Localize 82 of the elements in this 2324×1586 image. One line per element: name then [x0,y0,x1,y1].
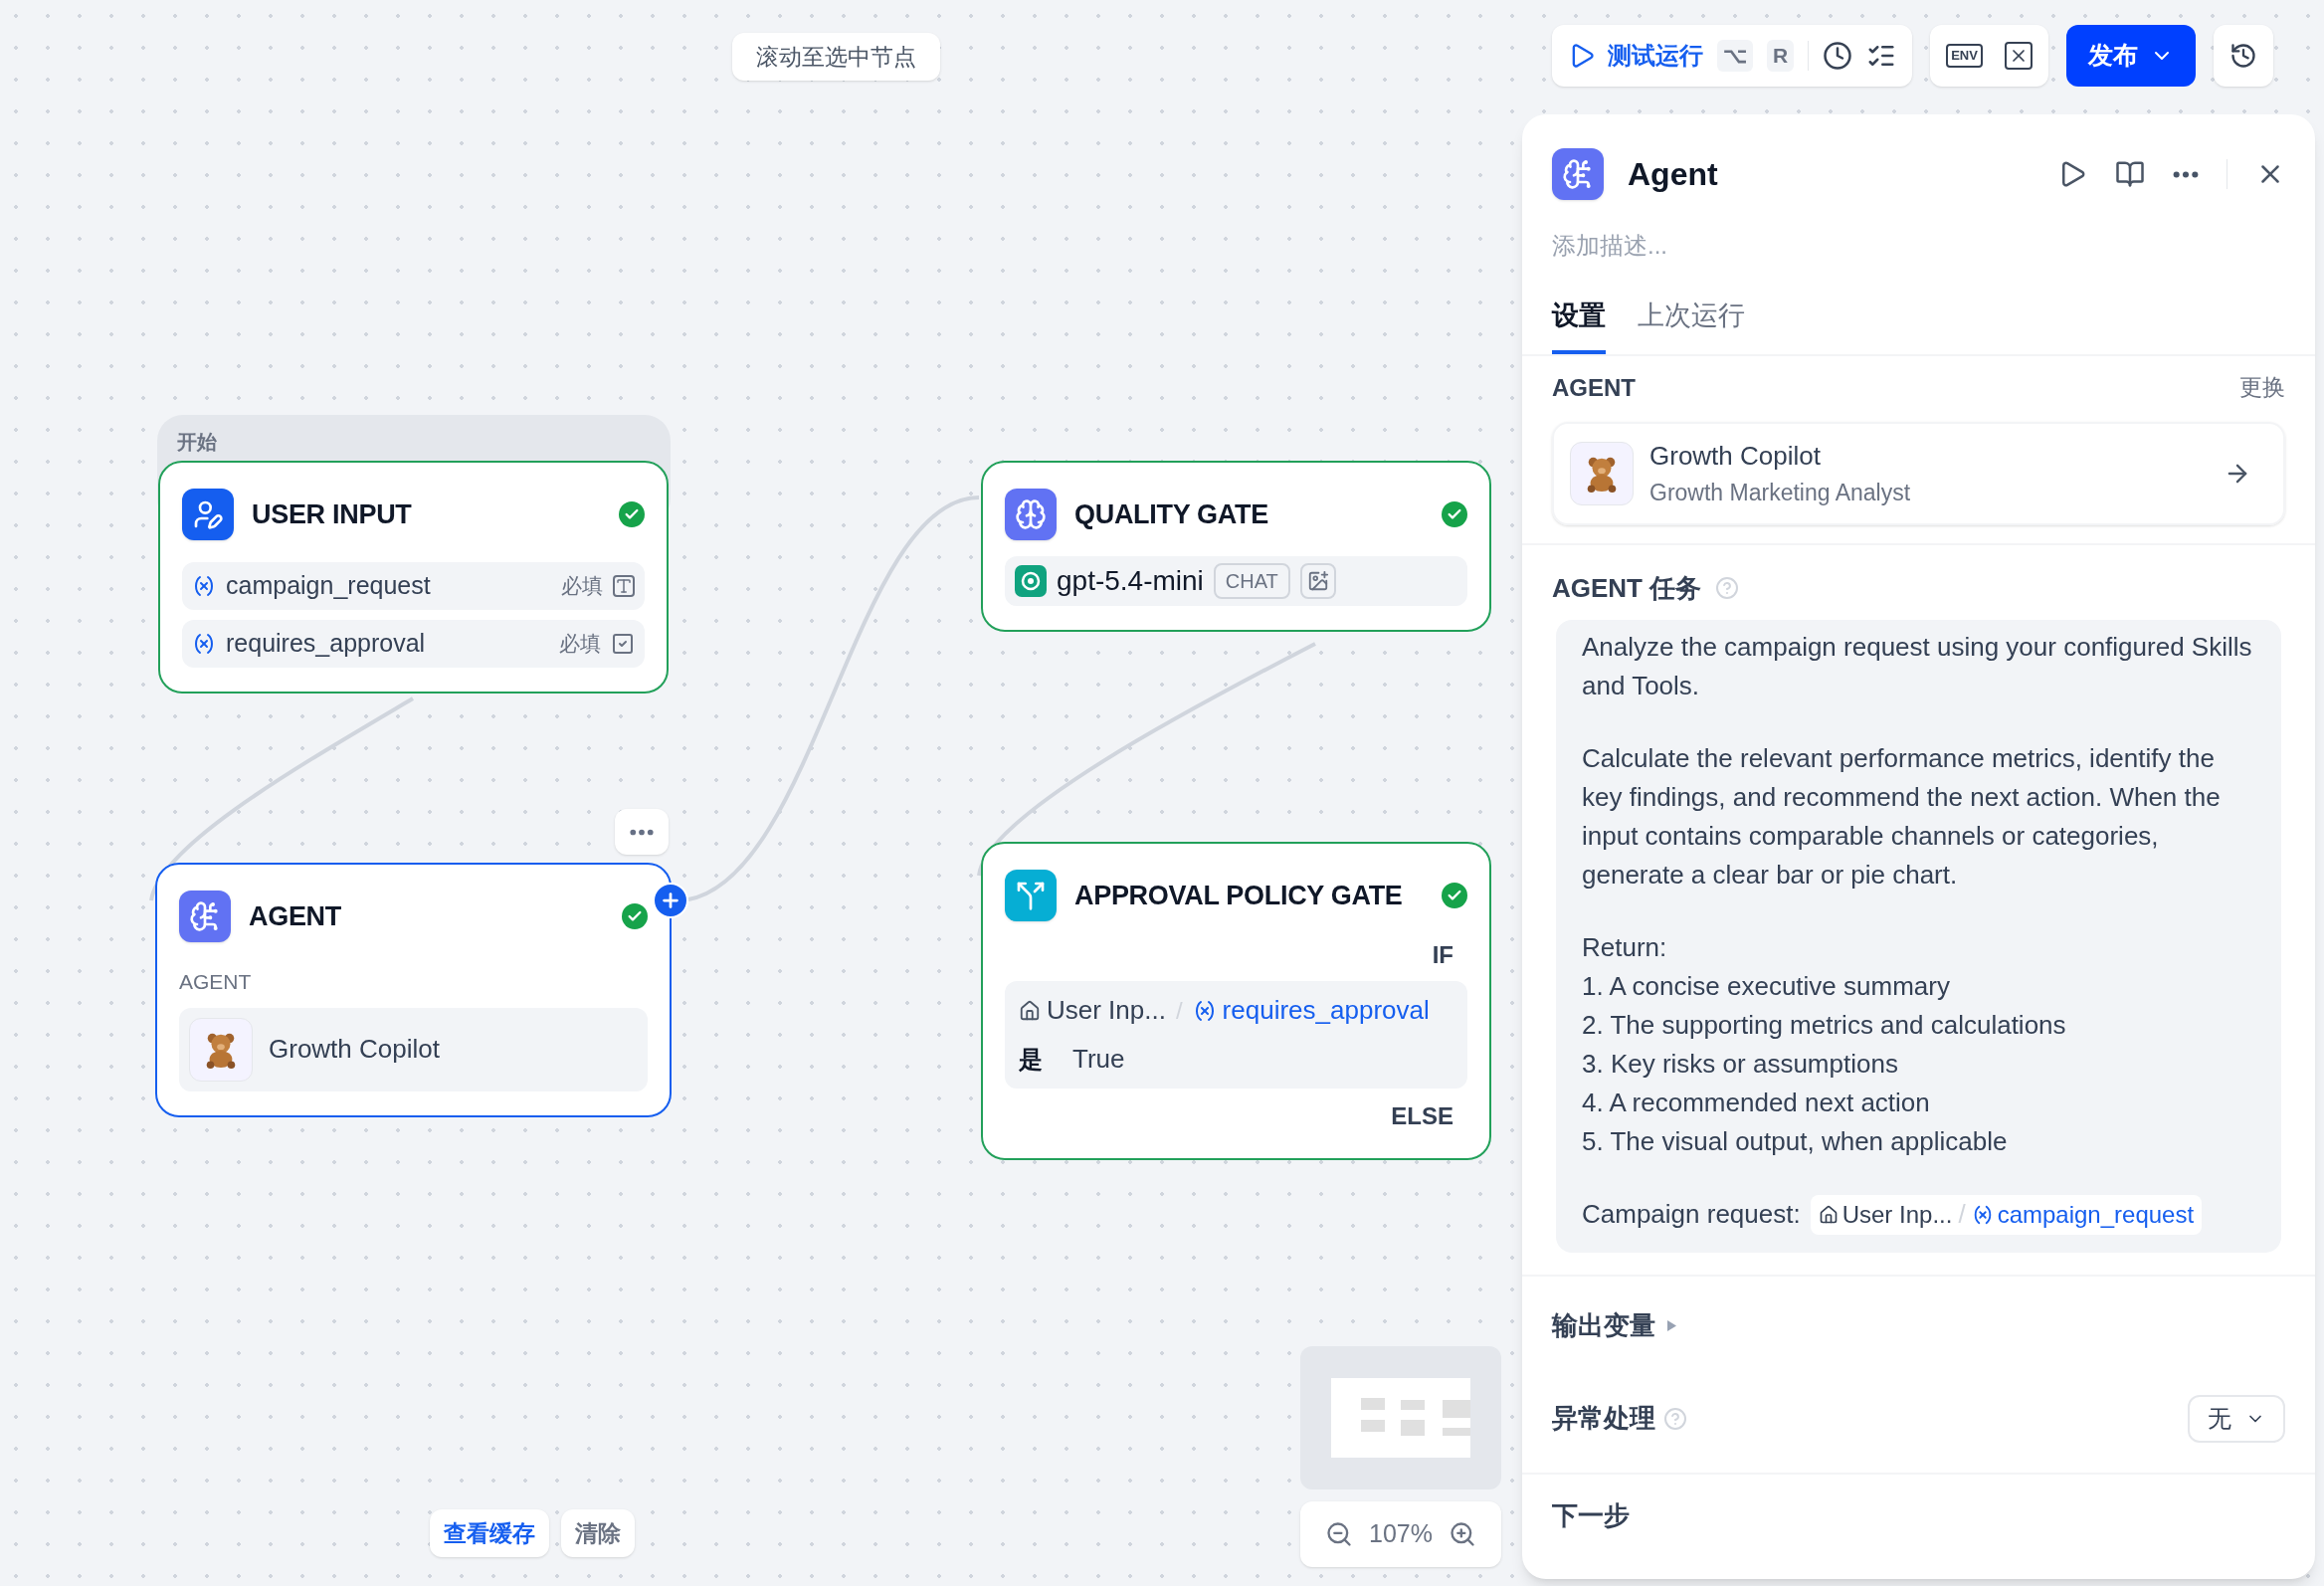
error-handling-select[interactable]: 无 [2188,1394,2285,1443]
home-icon [1019,999,1041,1022]
node-title: APPROVAL POLICY GATE [1074,879,1403,912]
more-icon [630,828,654,836]
variable-name: requires_approval [1222,994,1430,1027]
variable-name: campaign_request [226,570,431,602]
shortcut-key: R [1767,40,1795,72]
panel-tab[interactable]: 上次运行 [1638,296,1745,354]
history-button[interactable] [2213,25,2273,87]
path-separator: / [1957,1198,1967,1231]
more-icon[interactable] [2173,170,2199,178]
description-field[interactable]: 添加描述... [1552,228,2285,264]
workflow-node[interactable]: APPROVAL POLICY GATE IF User Inp... / requires_approval 是 True ELSE [981,842,1491,1160]
workflow-node[interactable]: QUALITY GATE gpt-5.4-mini CHAT [981,461,1491,632]
agent-card[interactable]: Growth Copilot [179,1007,648,1091]
task-paragraph: Analyze the campaign request using your configured Skills and Tools. [1582,630,2253,702]
required-label: 必填 [561,573,603,600]
agent-name: Growth Copilot [269,1033,440,1066]
section-label: AGENT 任务 [1552,571,1702,605]
task-paragraph: Calculate the relevant performance metrics, identify the key findings, and recommend the next action. When the input contains comparable channels or categories, generate a clear bar or pie chart. [1582,741,2222,892]
success-icon [1442,501,1467,527]
image-icon [1299,563,1336,599]
env-button[interactable]: ENV [1946,44,1983,68]
user-edit-icon [182,489,234,540]
variable-name: requires_approval [226,628,426,660]
split-icon [1005,870,1057,921]
agent-role: Growth Marketing Analyst [1649,478,1911,507]
operator-label: 是 [1019,1044,1043,1075]
task-editor[interactable] [1556,619,2281,1253]
workflow-node[interactable]: USER INPUT campaign_request 必填 requires_approval 必填 [158,461,669,694]
model-name: gpt-5.4-mini [1057,564,1204,598]
else-label: ELSE [1390,1101,1454,1131]
section-label: 异常处理 [1552,1402,1655,1435]
section-label: AGENT [1552,372,1636,403]
required-label: 必填 [559,631,601,658]
path-separator: / [1174,995,1184,1026]
checkbox-type-icon [611,632,635,656]
clock-icon[interactable] [1823,41,1853,71]
text-type-icon [613,575,635,597]
variable-icon [192,632,216,656]
zoom-out-icon[interactable] [1325,1520,1353,1548]
task-paragraph: Return: 1. A concise executive summary 2. The supporting metrics and calculations 3. Key risks or assumptions 4. A recommended next action 5. The visual output, when applicable [1582,930,2067,1158]
success-icon [622,903,648,929]
add-node-button[interactable] [653,883,688,918]
node-title: USER INPUT [252,497,412,531]
success-icon [619,501,645,527]
workflow-node[interactable]: AGENT AGENT Growth Copilot [155,863,672,1117]
home-icon [1818,1204,1839,1225]
plus-icon [660,890,681,911]
variable-icon [192,574,216,598]
replace-link[interactable]: 更换 [2239,370,2285,405]
section-label: AGENT [179,969,253,995]
publish-button[interactable]: 发布 [2065,25,2196,87]
zoom-level: 107% [1369,1518,1433,1550]
book-icon[interactable] [2115,159,2145,189]
agent-card[interactable]: Growth Copilot Growth Marketing Analyst [1552,421,2285,525]
panel-title: Agent [1628,155,1718,194]
panel-tab[interactable]: 设置 [1552,296,1606,354]
agent-name: Growth Copilot [1649,439,1822,473]
node-title: QUALITY GATE [1074,497,1268,531]
variable-name: campaign_request [1997,1200,2195,1230]
triangle-right-icon [1667,1319,1676,1331]
source-label: User Inp... [1841,1200,1953,1230]
if-label: IF [1431,940,1454,970]
success-icon [1442,883,1467,908]
mode-tag: CHAT [1213,563,1290,599]
zoom-in-icon[interactable] [1448,1520,1476,1548]
source-label: User Inp... [1047,994,1166,1027]
test-run-button[interactable]: 测试运行 [1568,38,1703,74]
reference-label: Campaign request: [1582,1198,1801,1231]
shortcut-key: ⌥ [1717,40,1753,72]
brain-icon [1005,489,1057,540]
section-label: 下一步 [1552,1498,1631,1532]
output-variables-toggle[interactable]: 输出变量 [1552,1305,2285,1345]
more-button[interactable] [615,809,669,855]
view-cache-button[interactable]: 查看缓存 [430,1509,549,1557]
clear-button[interactable]: 清除 [561,1509,635,1557]
node-title: AGENT [249,899,341,933]
group-label: 开始 [177,431,217,453]
scroll-to-node-button[interactable]: 滚动至选中节点 [732,33,940,81]
condition-value: True [1072,1043,1125,1076]
history-icon [2228,42,2257,70]
